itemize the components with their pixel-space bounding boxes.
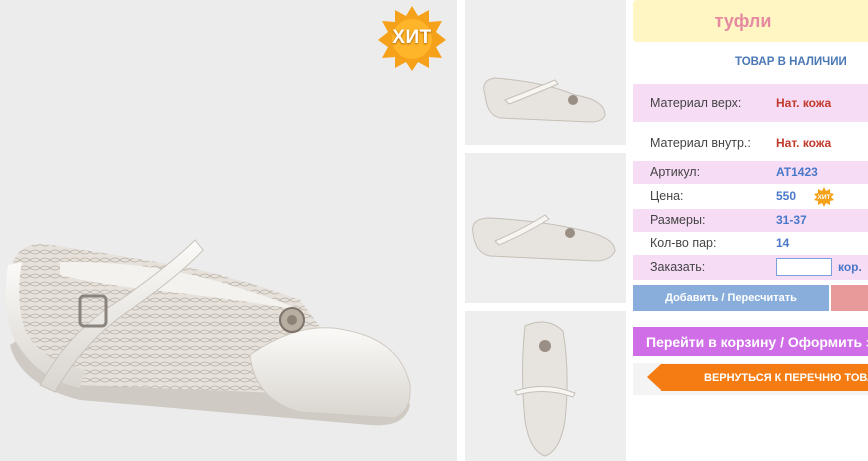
secondary-action-button[interactable] xyxy=(831,285,868,311)
product-title-box: туфли xyxy=(633,0,868,42)
add-recalculate-button[interactable]: Добавить / Пересчитать xyxy=(633,285,829,311)
price-hit-label: ХИТ xyxy=(817,193,831,201)
product-info-panel: туфли ТОВАР В НАЛИЧИИ Материал верх: Нат… xyxy=(633,0,868,461)
order-label: Заказать: xyxy=(650,260,706,274)
thumbnail-3[interactable] xyxy=(465,311,626,461)
back-to-list-label: ВЕРНУТЬСЯ К ПЕРЕЧНЮ ТОВАРОВ xyxy=(704,371,868,384)
stock-status: ТОВАР В НАЛИЧИИ xyxy=(735,56,847,68)
hit-badge: ХИТ xyxy=(376,4,448,72)
spec-row-order: Заказать: кор. xyxy=(633,255,868,280)
spec-row-price: Цена: 550 ХИТ xyxy=(633,185,868,208)
price-value: 550 xyxy=(776,189,797,203)
material-upper-label: Материал верх: xyxy=(650,96,742,110)
material-upper-value: Нат. кожа xyxy=(776,96,832,110)
order-unit: кор. xyxy=(838,260,862,274)
sizes-label: Размеры: xyxy=(650,213,706,227)
spec-row-article: Артикул: AT1423 xyxy=(633,161,868,184)
thumbnail-1[interactable] xyxy=(465,0,626,145)
product-title: туфли xyxy=(714,10,772,31)
main-product-image[interactable]: ХИТ xyxy=(0,0,457,461)
sizes-value: 31-37 xyxy=(776,213,807,227)
go-to-cart-button[interactable]: Перейти в корзину / Оформить заказ xyxy=(633,327,868,356)
order-quantity-input[interactable] xyxy=(776,258,832,276)
price-label: Цена: xyxy=(650,189,684,203)
hit-badge-label: ХИТ xyxy=(392,27,432,48)
spec-row-pairs: Кол-во пар: 14 xyxy=(633,232,868,255)
article-value: AT1423 xyxy=(776,165,818,179)
pairs-value: 14 xyxy=(776,236,790,250)
back-to-list-button[interactable]: ВЕРНУТЬСЯ К ПЕРЕЧНЮ ТОВАРОВ xyxy=(647,364,868,391)
material-inner-label: Материал внутр.: xyxy=(650,136,751,150)
thumbnail-2[interactable] xyxy=(465,153,626,303)
spec-row-sizes: Размеры: 31-37 xyxy=(633,209,868,232)
spec-row-material-inner: Материал внутр.: Нат. кожа xyxy=(633,124,868,162)
article-label: Артикул: xyxy=(650,165,701,179)
spec-row-material-upper: Материал верх: Нат. кожа xyxy=(633,84,868,122)
price-hit-badge: ХИТ xyxy=(814,187,834,207)
arrow-left-icon xyxy=(647,364,661,390)
material-inner-value: Нат. кожа xyxy=(776,136,832,150)
back-button-wrap: ВЕРНУТЬСЯ К ПЕРЕЧНЮ ТОВАРОВ xyxy=(633,363,868,395)
pairs-label: Кол-во пар: xyxy=(650,236,717,250)
